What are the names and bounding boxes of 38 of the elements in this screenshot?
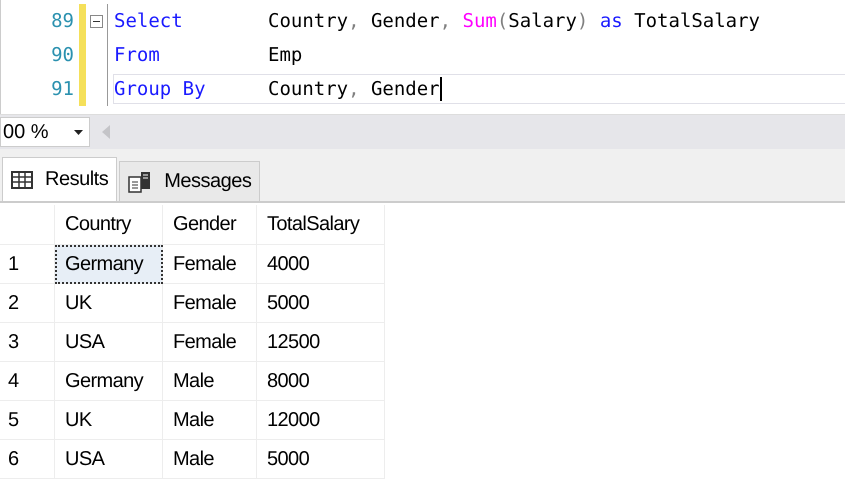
row-number: 5: [0, 401, 55, 440]
row-number: 3: [0, 323, 55, 362]
column-header[interactable]: Gender: [163, 205, 257, 245]
row-number: 6: [0, 440, 55, 479]
table-cell: Male: [163, 362, 257, 401]
table-cell: Female: [163, 245, 257, 284]
table-cell: 5000: [257, 440, 385, 479]
table-cell: Germany: [55, 362, 163, 401]
line-number: 90: [50, 44, 75, 66]
table-cell: 12500: [257, 323, 385, 362]
code-line: From Emp: [113, 43, 304, 68]
table-cell: Male: [163, 401, 257, 440]
table-cell: USA: [55, 323, 163, 362]
grid-icon: [11, 170, 33, 188]
corner-cell[interactable]: [0, 205, 55, 245]
table-cell: UK: [55, 401, 163, 440]
table-cell: 8000: [257, 362, 385, 401]
column-header[interactable]: TotalSalary: [257, 205, 385, 245]
line-number: 89: [50, 10, 75, 32]
table-cell: 12000: [257, 401, 385, 440]
results-tab[interactable]: Messages: [119, 161, 260, 201]
results-tab[interactable]: Results: [2, 157, 118, 201]
table-cell: Germany: [55, 245, 163, 284]
row-number: 4: [0, 362, 55, 401]
row-number: 2: [0, 284, 55, 323]
table-cell: Male: [163, 440, 257, 479]
table-cell: 4000: [257, 245, 385, 284]
document-icon: [128, 170, 152, 192]
caret-icon[interactable]: [74, 130, 83, 134]
table-cell: Female: [163, 323, 257, 362]
table-cell: Female: [163, 284, 257, 323]
table-cell: 5000: [257, 284, 385, 323]
table-cell: USA: [55, 440, 163, 479]
table-cell: UK: [55, 284, 163, 323]
code-line: Select Country, Gender, Sum(Salary) as TotalSalary: [113, 9, 761, 34]
line-number: 91: [50, 78, 75, 100]
collapse-icon[interactable]: [90, 14, 103, 28]
zoom-dropdown[interactable]: 00 %: [0, 117, 90, 147]
